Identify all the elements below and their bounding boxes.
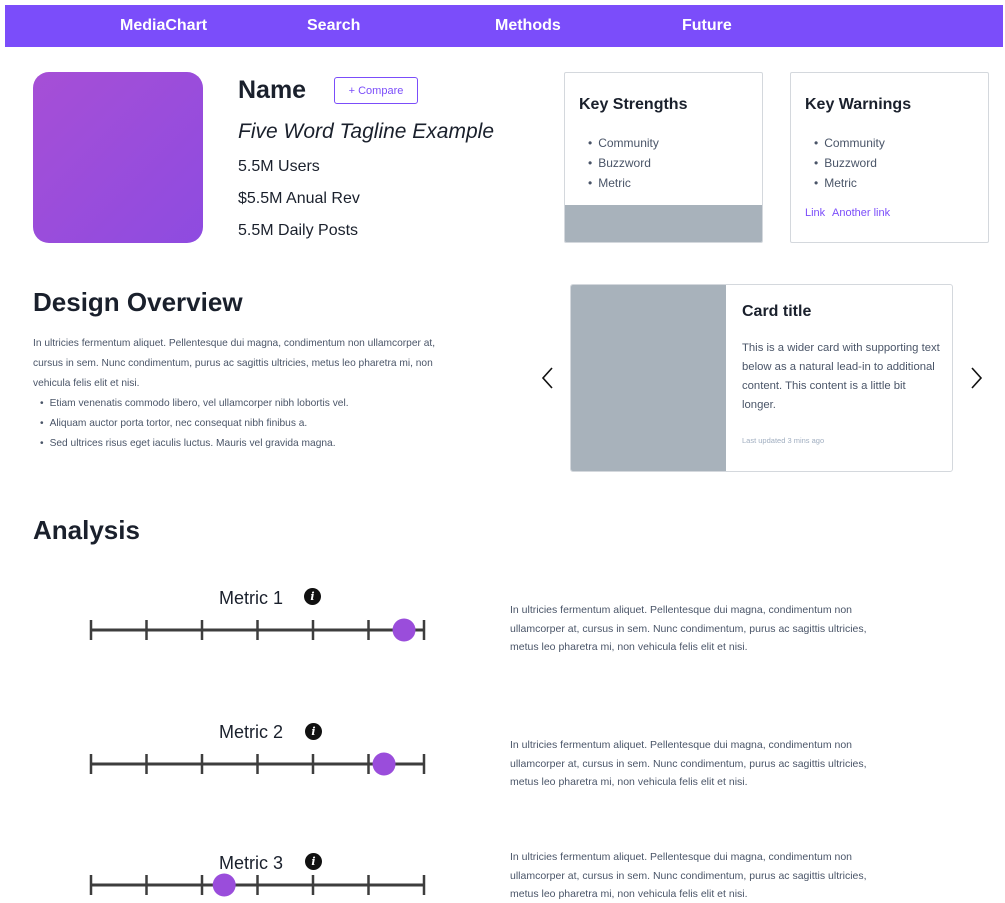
card-text: This is a wider card with supporting tex… (742, 342, 940, 411)
panel-image-placeholder (565, 205, 762, 242)
metric-2-description: In ultricies fermentum aliquet. Pellente… (510, 739, 867, 788)
content-card: Card title This is a wider card with sup… (570, 284, 953, 472)
list-item: Aliquam auctor porta tortor, nec consequ… (40, 414, 349, 434)
media-tagline: Five Word Tagline Example (238, 120, 494, 143)
metric-1-label: Metric 1 (219, 588, 284, 608)
stat-users: 5.5M Users (238, 158, 320, 175)
metric-2-label: Metric 2 (219, 722, 284, 742)
slider-knob[interactable] (212, 873, 236, 897)
media-avatar (33, 72, 203, 243)
list-item: Metric (588, 173, 659, 193)
top-navbar: MediaChart Search Methods Future (5, 5, 1003, 47)
chevron-left-icon[interactable] (540, 365, 556, 391)
list-item: Metric (814, 173, 885, 193)
key-strengths-title: Key Strengths (579, 96, 688, 113)
list-item: Community (588, 133, 659, 153)
info-icon[interactable]: i (305, 723, 322, 740)
slider-knob[interactable] (372, 752, 396, 776)
metric-1-slider[interactable] (88, 616, 428, 644)
card-updated-time: Last updated 3 mins ago (742, 436, 825, 445)
key-warnings-panel: Key Warnings Community Buzzword Metric L… (790, 72, 989, 243)
list-item: Etiam venenatis commodo libero, vel ulla… (40, 394, 349, 414)
key-warnings-title: Key Warnings (805, 96, 912, 113)
nav-methods-link[interactable]: Methods (495, 17, 561, 35)
metric-3-description: In ultricies fermentum aliquet. Pellente… (510, 851, 867, 900)
metric-1-description: In ultricies fermentum aliquet. Pellente… (510, 604, 867, 653)
info-icon[interactable]: i (305, 853, 322, 870)
list-item: Buzzword (588, 153, 659, 173)
list-item: Sed ultrices risus eget iaculis luctus. … (40, 434, 349, 454)
stat-daily-posts: 5.5M Daily Posts (238, 222, 359, 239)
info-icon[interactable]: i (304, 588, 321, 605)
media-name: Name (238, 76, 307, 104)
stat-revenue: $5.5M Anual Rev (238, 190, 360, 207)
key-strengths-list: Community Buzzword Metric (588, 133, 659, 193)
warnings-another-link[interactable]: Another link (832, 207, 890, 219)
list-item: Buzzword (814, 153, 885, 173)
analysis-heading: Analysis (33, 515, 140, 545)
key-warnings-list: Community Buzzword Metric (814, 133, 885, 193)
overview-bullet-list: Etiam venenatis commodo libero, vel ulla… (40, 394, 349, 454)
design-overview-heading: Design Overview (33, 287, 243, 317)
metric-3-slider[interactable] (88, 871, 428, 899)
key-strengths-panel: Key Strengths Community Buzzword Metric (564, 72, 763, 243)
list-item: Community (814, 133, 885, 153)
chevron-right-icon[interactable] (968, 365, 984, 391)
compare-button[interactable]: + Compare (334, 77, 418, 104)
nav-brand-link[interactable]: MediaChart (120, 17, 207, 35)
card-title: Card title (742, 303, 812, 320)
slider-knob[interactable] (392, 618, 416, 642)
nav-search-link[interactable]: Search (307, 17, 360, 35)
nav-future-link[interactable]: Future (682, 17, 732, 35)
overview-paragraph: In ultricies fermentum aliquet. Pellente… (33, 338, 436, 389)
card-image-placeholder (571, 285, 726, 471)
warnings-link[interactable]: Link (805, 207, 825, 219)
metric-2-slider[interactable] (88, 750, 428, 778)
